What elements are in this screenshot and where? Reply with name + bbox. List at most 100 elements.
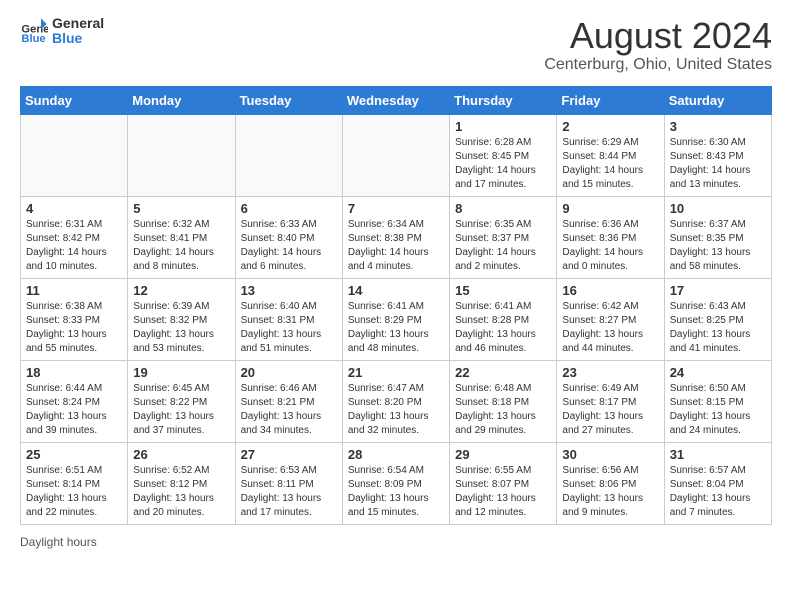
- day-number: 2: [562, 119, 658, 134]
- calendar-cell: 16Sunrise: 6:42 AM Sunset: 8:27 PM Dayli…: [557, 278, 664, 360]
- calendar-cell: 13 Sunrise: 6:40 AM Sunset: 8:31 PM Dayli…: [235, 278, 342, 360]
- calendar-cell: 28 Sunrise: 6:54 AM Sunset: 8:09 PM Dayli…: [342, 442, 449, 524]
- calendar-cell: 23Sunrise: 6:49 AM Sunset: 8:17 PM Dayli…: [557, 360, 664, 442]
- day-info: Sunrise: 6:41 AM Sunset: 8:29 PM Dayligh…: [348, 300, 444, 356]
- day-number: 8: [455, 201, 551, 216]
- day-info: Sunrise: 6:36 AM Sunset: 8:36 PM Dayligh…: [562, 218, 658, 274]
- day-number: 26: [133, 447, 229, 462]
- day-info: Sunrise: 6:52 AM Sunset: 8:12 PM Dayligh…: [133, 464, 229, 520]
- calendar-cell: 19 Sunrise: 6:45 AM Sunset: 8:22 PM Dayli…: [128, 360, 235, 442]
- day-info: Sunrise: 6:44 AM Sunset: 8:24 PM Dayligh…: [26, 382, 122, 438]
- footer: Daylight hours: [20, 535, 772, 549]
- day-info: Sunrise: 6:45 AM Sunset: 8:22 PM Dayligh…: [133, 382, 229, 438]
- day-number: 12: [133, 283, 229, 298]
- calendar-cell: 2 Sunrise: 6:29 AM Sunset: 8:44 PM Daylig…: [557, 114, 664, 196]
- day-number: 11: [26, 283, 122, 298]
- day-number: 25: [26, 447, 122, 462]
- weekday-header-thursday: Thursday: [450, 86, 557, 114]
- calendar-cell: 7Sunrise: 6:34 AM Sunset: 8:38 PM Daylig…: [342, 196, 449, 278]
- calendar-cell: 30 Sunrise: 6:56 AM Sunset: 8:06 PM Dayli…: [557, 442, 664, 524]
- day-info: Sunrise: 6:48 AM Sunset: 8:18 PM Dayligh…: [455, 382, 551, 438]
- calendar-cell: 4 Sunrise: 6:31 AM Sunset: 8:42 PM Daylig…: [21, 196, 128, 278]
- calendar-cell: 14 Sunrise: 6:41 AM Sunset: 8:29 PM Dayli…: [342, 278, 449, 360]
- day-number: 24: [670, 365, 766, 380]
- day-number: 29: [455, 447, 551, 462]
- calendar-cell: [235, 114, 342, 196]
- day-info: Sunrise: 6:28 AM Sunset: 8:45 PM Dayligh…: [455, 136, 551, 192]
- weekday-header-sunday: Sunday: [21, 86, 128, 114]
- week-row-2: 4 Sunrise: 6:31 AM Sunset: 8:42 PM Daylig…: [21, 196, 772, 278]
- day-number: 10: [670, 201, 766, 216]
- day-info: Sunrise: 6:47 AM Sunset: 8:20 PM Dayligh…: [348, 382, 444, 438]
- weekday-header-monday: Monday: [128, 86, 235, 114]
- day-info: Sunrise: 6:49 AM Sunset: 8:17 PM Dayligh…: [562, 382, 658, 438]
- day-number: 15: [455, 283, 551, 298]
- weekday-header-friday: Friday: [557, 86, 664, 114]
- week-row-4: 18 Sunrise: 6:44 AM Sunset: 8:24 PM Dayli…: [21, 360, 772, 442]
- calendar-cell: 18 Sunrise: 6:44 AM Sunset: 8:24 PM Dayli…: [21, 360, 128, 442]
- day-info: Sunrise: 6:43 AM Sunset: 8:25 PM Dayligh…: [670, 300, 766, 356]
- calendar-cell: 9 Sunrise: 6:36 AM Sunset: 8:36 PM Daylig…: [557, 196, 664, 278]
- day-info: Sunrise: 6:46 AM Sunset: 8:21 PM Dayligh…: [241, 382, 337, 438]
- week-row-5: 25 Sunrise: 6:51 AM Sunset: 8:14 PM Dayli…: [21, 442, 772, 524]
- day-info: Sunrise: 6:54 AM Sunset: 8:09 PM Dayligh…: [348, 464, 444, 520]
- day-info: Sunrise: 6:57 AM Sunset: 8:04 PM Dayligh…: [670, 464, 766, 520]
- day-info: Sunrise: 6:29 AM Sunset: 8:44 PM Dayligh…: [562, 136, 658, 192]
- day-info: Sunrise: 6:31 AM Sunset: 8:42 PM Dayligh…: [26, 218, 122, 274]
- calendar-cell: 10 Sunrise: 6:37 AM Sunset: 8:35 PM Dayli…: [664, 196, 771, 278]
- calendar-cell: 12Sunrise: 6:39 AM Sunset: 8:32 PM Dayli…: [128, 278, 235, 360]
- day-info: Sunrise: 6:40 AM Sunset: 8:31 PM Dayligh…: [241, 300, 337, 356]
- day-number: 28: [348, 447, 444, 462]
- day-info: Sunrise: 6:51 AM Sunset: 8:14 PM Dayligh…: [26, 464, 122, 520]
- day-info: Sunrise: 6:33 AM Sunset: 8:40 PM Dayligh…: [241, 218, 337, 274]
- day-number: 14: [348, 283, 444, 298]
- calendar-cell: 25 Sunrise: 6:51 AM Sunset: 8:14 PM Dayli…: [21, 442, 128, 524]
- calendar-cell: 22 Sunrise: 6:48 AM Sunset: 8:18 PM Dayli…: [450, 360, 557, 442]
- calendar-cell: [21, 114, 128, 196]
- day-number: 16: [562, 283, 658, 298]
- title-block: August 2024 Centerburg, Ohio, United Sta…: [544, 16, 772, 74]
- day-info: Sunrise: 6:37 AM Sunset: 8:35 PM Dayligh…: [670, 218, 766, 274]
- day-number: 5: [133, 201, 229, 216]
- day-info: Sunrise: 6:32 AM Sunset: 8:41 PM Dayligh…: [133, 218, 229, 274]
- calendar-cell: [128, 114, 235, 196]
- day-number: 13: [241, 283, 337, 298]
- day-number: 22: [455, 365, 551, 380]
- day-info: Sunrise: 6:50 AM Sunset: 8:15 PM Dayligh…: [670, 382, 766, 438]
- day-number: 21: [348, 365, 444, 380]
- day-number: 19: [133, 365, 229, 380]
- logo-blue: Blue: [52, 31, 104, 46]
- calendar-cell: 27Sunrise: 6:53 AM Sunset: 8:11 PM Dayli…: [235, 442, 342, 524]
- day-number: 9: [562, 201, 658, 216]
- day-number: 3: [670, 119, 766, 134]
- calendar-cell: 15Sunrise: 6:41 AM Sunset: 8:28 PM Dayli…: [450, 278, 557, 360]
- logo-icon: General Blue: [20, 17, 48, 45]
- day-info: Sunrise: 6:56 AM Sunset: 8:06 PM Dayligh…: [562, 464, 658, 520]
- calendar-cell: 21 Sunrise: 6:47 AM Sunset: 8:20 PM Dayli…: [342, 360, 449, 442]
- calendar-cell: 20Sunrise: 6:46 AM Sunset: 8:21 PM Dayli…: [235, 360, 342, 442]
- calendar-cell: 1Sunrise: 6:28 AM Sunset: 8:45 PM Daylig…: [450, 114, 557, 196]
- day-number: 6: [241, 201, 337, 216]
- daylight-label: Daylight hours: [20, 535, 97, 549]
- weekday-header-tuesday: Tuesday: [235, 86, 342, 114]
- day-info: Sunrise: 6:53 AM Sunset: 8:11 PM Dayligh…: [241, 464, 337, 520]
- weekday-header-row: SundayMondayTuesdayWednesdayThursdayFrid…: [21, 86, 772, 114]
- day-number: 17: [670, 283, 766, 298]
- calendar-cell: 24 Sunrise: 6:50 AM Sunset: 8:15 PM Dayli…: [664, 360, 771, 442]
- day-number: 31: [670, 447, 766, 462]
- day-info: Sunrise: 6:55 AM Sunset: 8:07 PM Dayligh…: [455, 464, 551, 520]
- day-info: Sunrise: 6:38 AM Sunset: 8:33 PM Dayligh…: [26, 300, 122, 356]
- page-header: General Blue General Blue August 2024 Ce…: [20, 16, 772, 74]
- day-number: 30: [562, 447, 658, 462]
- calendar-cell: 26 Sunrise: 6:52 AM Sunset: 8:12 PM Dayli…: [128, 442, 235, 524]
- calendar-cell: 8 Sunrise: 6:35 AM Sunset: 8:37 PM Daylig…: [450, 196, 557, 278]
- day-number: 7: [348, 201, 444, 216]
- day-info: Sunrise: 6:35 AM Sunset: 8:37 PM Dayligh…: [455, 218, 551, 274]
- calendar-cell: [342, 114, 449, 196]
- calendar-table: SundayMondayTuesdayWednesdayThursdayFrid…: [20, 86, 772, 525]
- calendar-cell: 31 Sunrise: 6:57 AM Sunset: 8:04 PM Dayli…: [664, 442, 771, 524]
- day-number: 4: [26, 201, 122, 216]
- weekday-header-saturday: Saturday: [664, 86, 771, 114]
- month-title: August 2024: [544, 16, 772, 56]
- day-number: 18: [26, 365, 122, 380]
